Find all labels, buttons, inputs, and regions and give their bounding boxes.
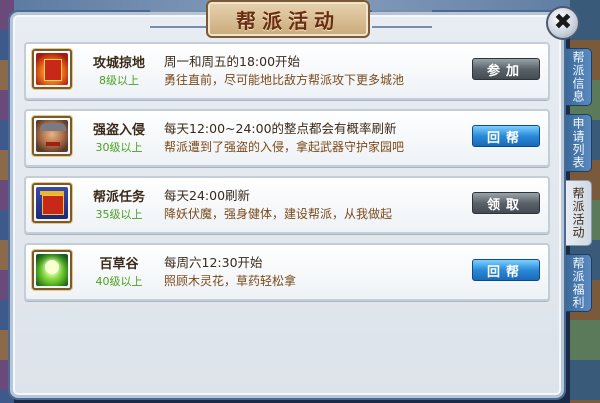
tab-guild-welfare[interactable]: 帮派福利 xyxy=(566,254,592,312)
activity-description: 勇往直前，尽可能地比敌方帮派攻下更多城池 xyxy=(164,73,405,87)
claim-button[interactable]: 领取 xyxy=(472,192,540,214)
herb-valley-icon xyxy=(32,250,72,290)
activity-level-requirement: 30级以上 xyxy=(95,141,143,154)
activity-name: 攻城掠地 xyxy=(92,56,145,71)
activity-schedule: 每周六12:30开始 xyxy=(164,255,263,270)
tab-guild-activities[interactable]: 帮派活动 xyxy=(566,180,592,246)
activity-row-bandit-invasion: 强盗入侵 30级以上 每天12:00~24:00的整点都会有概率刷新 帮派遭到了… xyxy=(24,109,550,167)
activity-level-requirement: 35级以上 xyxy=(95,208,143,221)
activity-list: 攻城掠地 8级以上 周一和周五的18:00开始 勇往直前，尽可能地比敌方帮派攻下… xyxy=(24,42,550,310)
title-ornament-left xyxy=(150,10,210,28)
city-siege-icon xyxy=(32,49,72,89)
tab-guild-info[interactable]: 帮派信息 xyxy=(566,48,592,106)
activity-row-herb-valley: 百草谷 40级以上 每周六12:30开始 照顾木灵花，草药轻松拿 回帮 xyxy=(24,243,550,301)
bandit-icon xyxy=(32,116,72,156)
activity-name: 百草谷 xyxy=(99,257,139,272)
activity-schedule: 每天24:00刷新 xyxy=(164,188,251,203)
activity-row-city-siege: 攻城掠地 8级以上 周一和周五的18:00开始 勇往直前，尽可能地比敌方帮派攻下… xyxy=(24,42,550,100)
activity-schedule: 周一和周五的18:00开始 xyxy=(164,54,301,69)
return-to-guild-button[interactable]: 回帮 xyxy=(472,259,540,281)
window-title-plate: 帮派活动 xyxy=(206,0,370,38)
window-title: 帮派活动 xyxy=(236,8,340,33)
activity-level-requirement: 8级以上 xyxy=(99,74,139,87)
activity-level-requirement: 40级以上 xyxy=(95,275,143,288)
return-to-guild-button[interactable]: 回帮 xyxy=(472,125,540,147)
activity-schedule: 每天12:00~24:00的整点都会有概率刷新 xyxy=(164,121,397,136)
guild-quest-icon xyxy=(32,183,72,223)
activity-description: 降妖伏魔，强身健体，建设帮派，从我做起 xyxy=(164,207,393,221)
activity-description: 帮派遭到了强盗的入侵，拿起武器守护家园吧 xyxy=(164,140,405,154)
title-ornament-right xyxy=(372,10,432,28)
side-tab-bar: 帮派信息 申请列表 帮派活动 帮派福利 xyxy=(566,48,592,320)
close-button[interactable]: ✖ xyxy=(546,6,580,40)
activity-description: 照顾木灵花，草药轻松拿 xyxy=(164,274,297,288)
close-icon: ✖ xyxy=(553,10,573,35)
activity-name: 帮派任务 xyxy=(92,190,145,205)
join-button[interactable]: 参加 xyxy=(472,58,540,80)
activity-row-guild-quest: 帮派任务 35级以上 每天24:00刷新 降妖伏魔，强身健体，建设帮派，从我做起… xyxy=(24,176,550,234)
activity-name: 强盗入侵 xyxy=(92,123,145,138)
tab-application-list[interactable]: 申请列表 xyxy=(566,114,592,172)
